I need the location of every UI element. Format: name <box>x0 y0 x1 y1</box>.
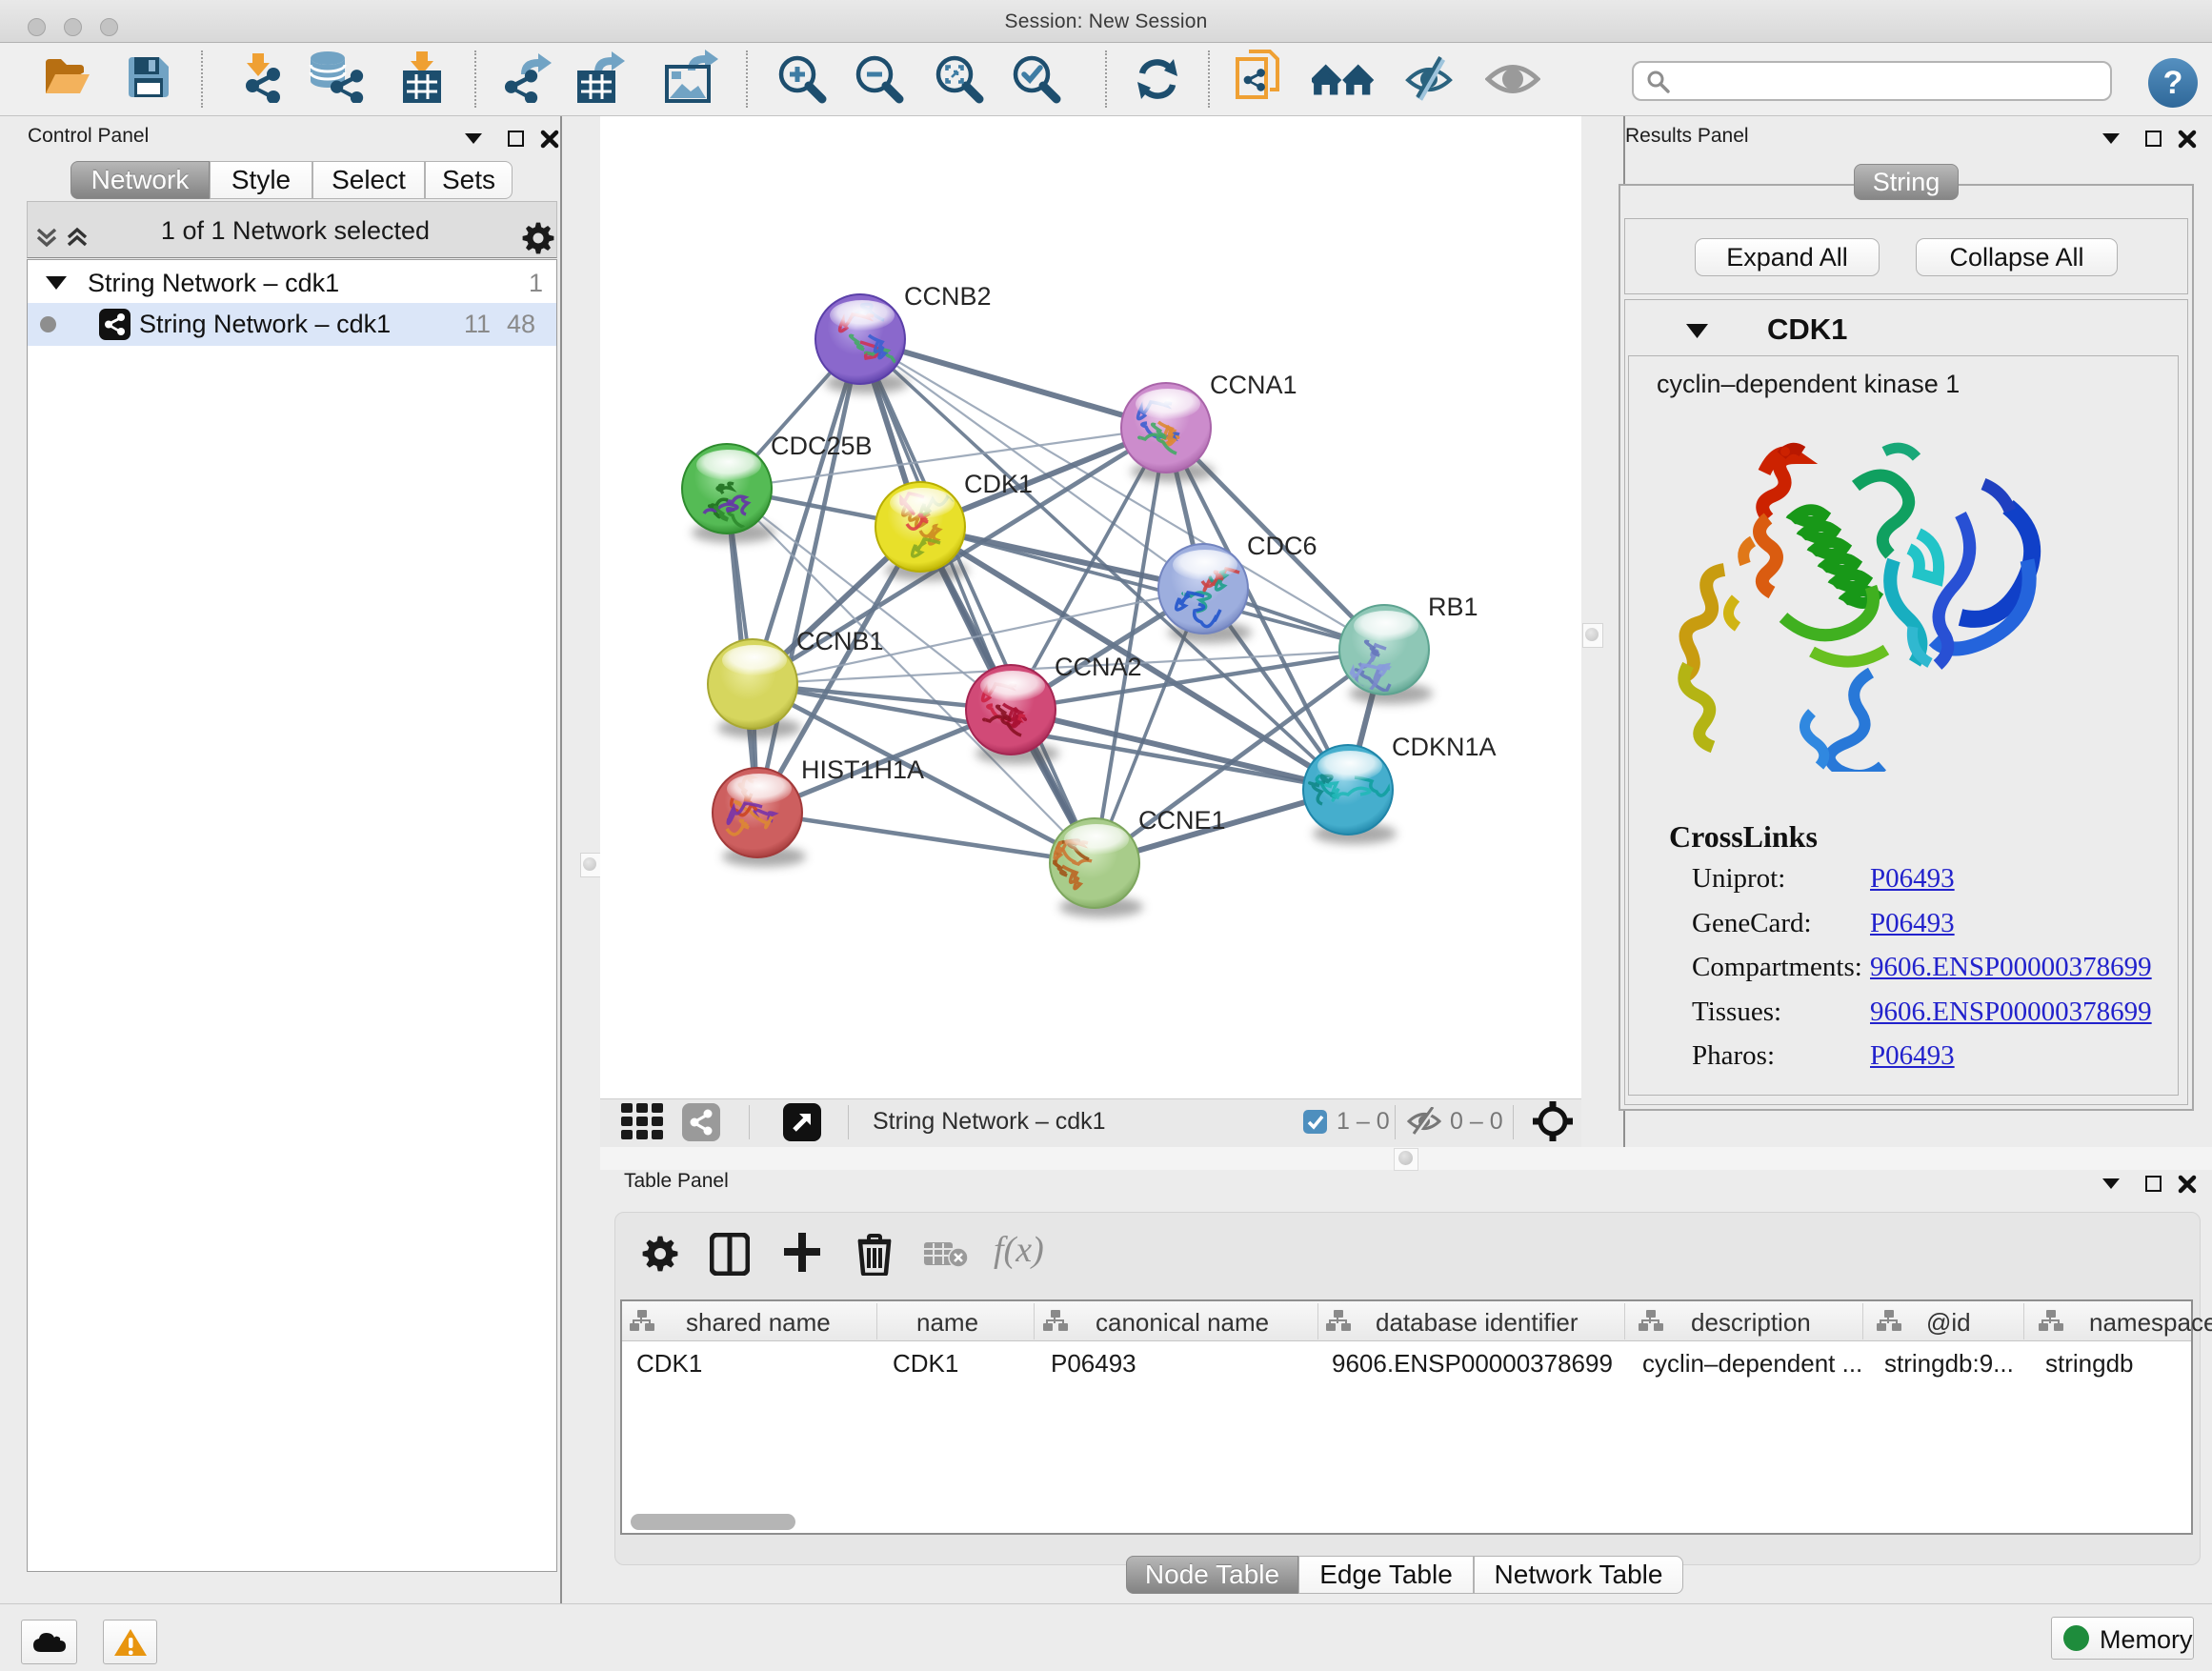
svg-text:CDKN1A: CDKN1A <box>1392 733 1497 761</box>
svg-text:CDK1: CDK1 <box>964 470 1033 498</box>
svg-text:CCNA1: CCNA1 <box>1210 371 1297 399</box>
svg-text:CDC6: CDC6 <box>1247 532 1317 560</box>
svg-text:CCNB2: CCNB2 <box>904 282 992 311</box>
svg-text:CCNB1: CCNB1 <box>796 627 884 655</box>
svg-text:HIST1H1A: HIST1H1A <box>801 755 924 784</box>
svg-text:CCNE1: CCNE1 <box>1138 806 1226 835</box>
svg-text:CCNA2: CCNA2 <box>1055 653 1142 681</box>
svg-text:RB1: RB1 <box>1428 593 1478 621</box>
svg-text:CDC25B: CDC25B <box>771 432 873 460</box>
